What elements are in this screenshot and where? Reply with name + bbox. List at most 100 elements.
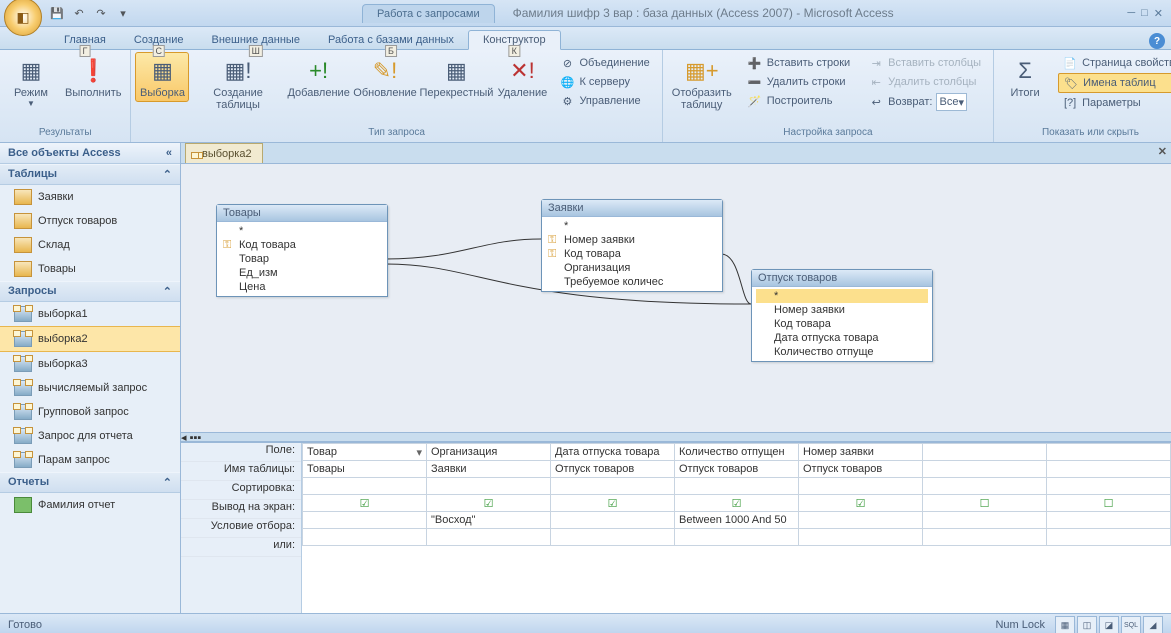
- qat-more-icon[interactable]: ▾: [114, 4, 132, 22]
- nav-item[interactable]: Заявки: [0, 185, 180, 209]
- grid-cell[interactable]: Количество отпущен: [675, 444, 799, 461]
- grid-cell[interactable]: [1047, 461, 1171, 478]
- update-button[interactable]: ✎!Обновление: [353, 52, 418, 102]
- crosstab-button[interactable]: ▦Перекрестный: [419, 52, 493, 102]
- table-field[interactable]: *: [546, 219, 718, 233]
- nav-item[interactable]: Фамилия отчет: [0, 493, 180, 517]
- close-button[interactable]: ✕: [1154, 7, 1163, 20]
- grid-cell[interactable]: [923, 512, 1047, 529]
- dropdown-arrow-icon[interactable]: ▾: [416, 446, 422, 459]
- grid-cell[interactable]: ☑: [427, 495, 551, 512]
- nav-item[interactable]: выборка1: [0, 302, 180, 326]
- nav-item[interactable]: Запрос для отчета: [0, 424, 180, 448]
- grid-cell[interactable]: [675, 529, 799, 546]
- params-button[interactable]: [?]Параметры: [1058, 94, 1171, 112]
- deleterows-button[interactable]: ➖Удалить строки: [743, 73, 854, 91]
- table-field[interactable]: Номер заявки: [756, 303, 928, 317]
- datadef-button[interactable]: ⚙Управление: [555, 92, 653, 110]
- redo-icon[interactable]: ↷: [92, 4, 110, 22]
- minimize-button[interactable]: ─: [1127, 7, 1135, 20]
- union-button[interactable]: ⊘Объединение: [555, 54, 653, 72]
- help-button[interactable]: ?: [1149, 33, 1165, 49]
- grid-cell[interactable]: ☑: [799, 495, 923, 512]
- grid-cell[interactable]: [923, 444, 1047, 461]
- grid-cell[interactable]: [303, 478, 427, 495]
- grid-cell[interactable]: Between 1000 And 50: [675, 512, 799, 529]
- tab-create[interactable]: СозданиеС: [120, 31, 198, 49]
- table-field[interactable]: Код товара: [756, 317, 928, 331]
- sql-view-icon[interactable]: SQL: [1121, 616, 1141, 633]
- maximize-button[interactable]: □: [1141, 7, 1148, 20]
- nav-item[interactable]: выборка2: [0, 326, 180, 352]
- table-field[interactable]: Организация: [546, 261, 718, 275]
- grid-cell[interactable]: Отпуск товаров: [675, 461, 799, 478]
- nav-item[interactable]: вычисляемый запрос: [0, 376, 180, 400]
- nav-item[interactable]: Товары: [0, 257, 180, 281]
- table-field[interactable]: Код товара: [221, 238, 383, 252]
- grid-cell[interactable]: [303, 529, 427, 546]
- table-field[interactable]: Номер заявки: [546, 233, 718, 247]
- table-title[interactable]: Заявки: [542, 200, 722, 217]
- grid-cell[interactable]: Товары: [303, 461, 427, 478]
- grid-cell[interactable]: [1047, 478, 1171, 495]
- grid-cell[interactable]: ☐: [1047, 495, 1171, 512]
- table-field[interactable]: Товар: [221, 252, 383, 266]
- maketable-button[interactable]: ▦!Создание таблицы: [191, 52, 284, 114]
- document-tab[interactable]: выборка2: [185, 143, 263, 163]
- undo-icon[interactable]: ↶: [70, 4, 88, 22]
- insertcols-button[interactable]: ⇥Вставить столбцы: [864, 54, 985, 72]
- navgroup-header[interactable]: Запросы⌃: [0, 281, 180, 302]
- nav-item[interactable]: Групповой запрос: [0, 400, 180, 424]
- grid-cell[interactable]: [1047, 512, 1171, 529]
- delete-query-button[interactable]: ✕!Удаление: [495, 52, 549, 102]
- grid-cell[interactable]: Отпуск товаров: [799, 461, 923, 478]
- table-window[interactable]: Товары *Код товараТоварЕд_измЦена: [216, 204, 388, 297]
- view-button[interactable]: ▦Режим▼: [4, 52, 58, 111]
- table-field[interactable]: Цена: [221, 280, 383, 294]
- grid-cell[interactable]: [427, 478, 551, 495]
- passthrough-button[interactable]: 🌐К серверу: [555, 73, 653, 91]
- grid-cell[interactable]: Дата отпуска товара: [551, 444, 675, 461]
- nav-item[interactable]: выборка3: [0, 352, 180, 376]
- nav-item[interactable]: Парам запрос: [0, 448, 180, 472]
- deletecols-button[interactable]: ⇤Удалить столбцы: [864, 73, 985, 91]
- navgroup-header[interactable]: Таблицы⌃: [0, 164, 180, 185]
- tab-design[interactable]: КонструкторК: [468, 30, 561, 50]
- grid-cell[interactable]: ☑: [675, 495, 799, 512]
- table-field[interactable]: *: [756, 289, 928, 303]
- grid-cell[interactable]: [923, 478, 1047, 495]
- run-button[interactable]: ❗Выполнить: [60, 52, 126, 102]
- chevron-double-left-icon[interactable]: «: [166, 147, 172, 159]
- table-field[interactable]: *: [221, 224, 383, 238]
- builder-button[interactable]: 🪄Построитель: [743, 92, 854, 110]
- chart-view-icon[interactable]: ◪: [1099, 616, 1119, 633]
- grid-cell[interactable]: Заявки: [427, 461, 551, 478]
- relationship-diagram[interactable]: Товары*Код товараТоварЕд_измЦенаЗаявки*Н…: [181, 164, 1171, 432]
- tab-external[interactable]: Внешние данныеШ: [198, 31, 314, 49]
- grid-cell[interactable]: [799, 478, 923, 495]
- table-window[interactable]: Отпуск товаров*Номер заявкиКод товараДат…: [751, 269, 933, 362]
- table-field[interactable]: Требуемое количес: [546, 275, 718, 289]
- tab-home[interactable]: ГлавнаяГ: [50, 31, 120, 49]
- navgroup-header[interactable]: Отчеты⌃: [0, 472, 180, 493]
- grid-cell[interactable]: [923, 529, 1047, 546]
- navpane-header[interactable]: Все объекты Access«: [0, 143, 180, 164]
- table-field[interactable]: Ед_изм: [221, 266, 383, 280]
- pivot-view-icon[interactable]: ◫: [1077, 616, 1097, 633]
- insertrows-button[interactable]: ➕Вставить строки: [743, 54, 854, 72]
- tablenames-button[interactable]: 🏷Имена таблиц: [1058, 73, 1171, 93]
- grid-cell[interactable]: Организация: [427, 444, 551, 461]
- grid-cell[interactable]: [799, 512, 923, 529]
- nav-item[interactable]: Отпуск товаров: [0, 209, 180, 233]
- close-document-button[interactable]: ✕: [1158, 145, 1167, 158]
- append-button[interactable]: +!Добавление: [287, 52, 351, 102]
- return-control[interactable]: ↩Возврат: Все ▾: [864, 92, 985, 112]
- grid-columns[interactable]: Товар ▾ОрганизацияДата отпуска товараКол…: [302, 443, 1171, 546]
- grid-cell[interactable]: Номер заявки: [799, 444, 923, 461]
- grid-cell[interactable]: [675, 478, 799, 495]
- table-title[interactable]: Товары: [217, 205, 387, 222]
- view-switcher[interactable]: ▦ ◫ ◪ SQL ◢: [1055, 616, 1163, 633]
- select-query-button[interactable]: ▦Выборка: [135, 52, 189, 102]
- design-view-icon[interactable]: ◢: [1143, 616, 1163, 633]
- grid-cell[interactable]: [1047, 444, 1171, 461]
